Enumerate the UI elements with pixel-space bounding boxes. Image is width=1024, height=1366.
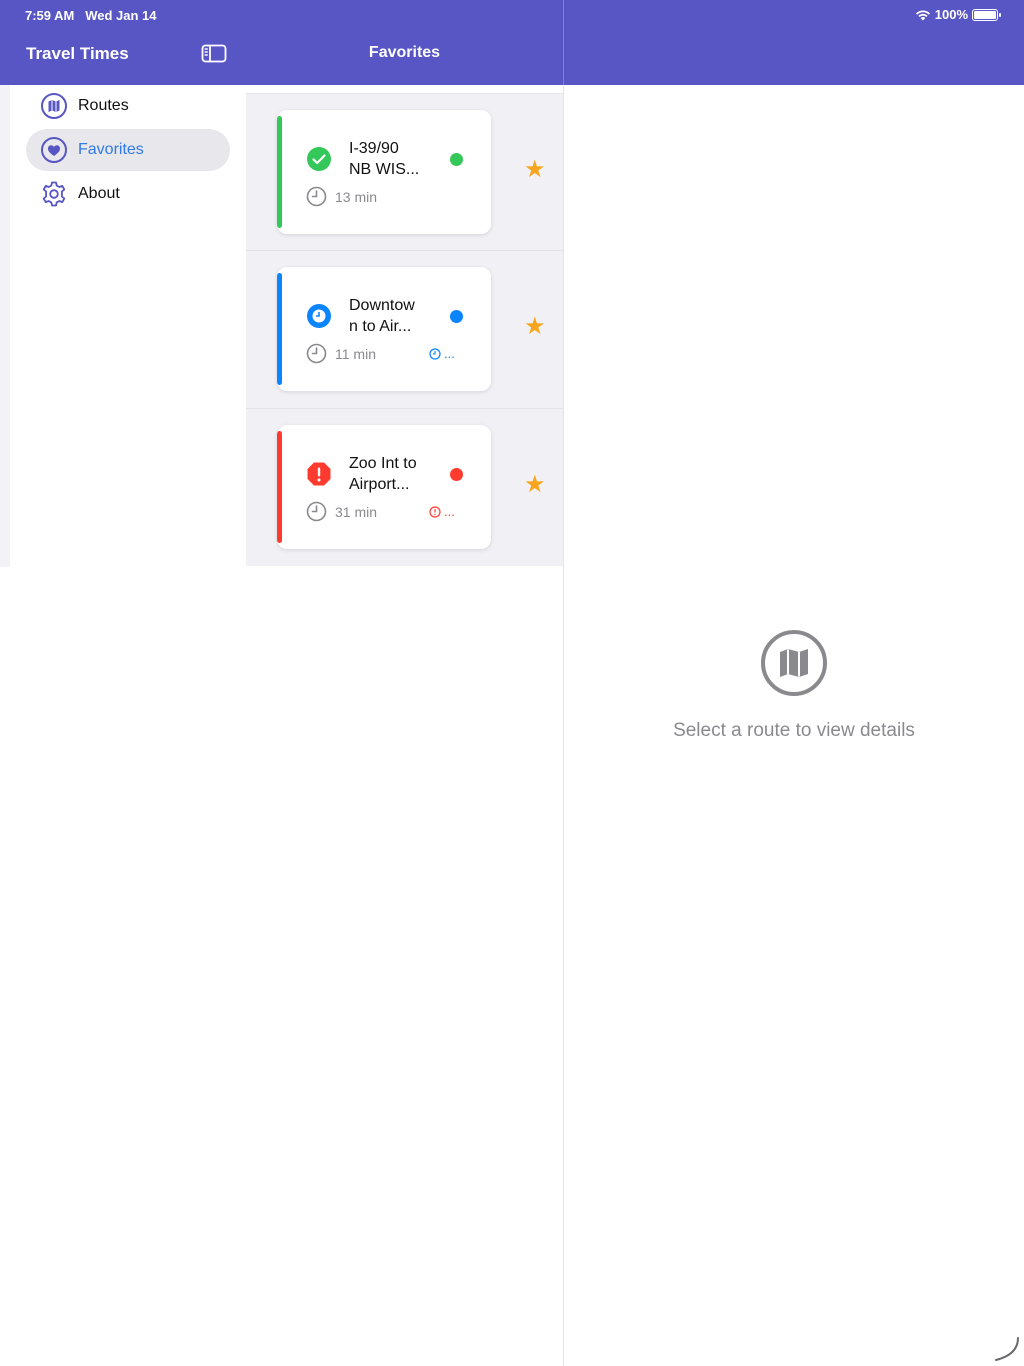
route-card[interactable]: Downtow n to Air... 11 min ... xyxy=(277,267,491,391)
map-icon xyxy=(761,630,827,696)
gear-icon xyxy=(42,181,66,207)
sidebar-item-label: Routes xyxy=(78,97,129,114)
sidebar: Routes Favorites About xyxy=(10,85,246,567)
clock-icon xyxy=(306,343,327,364)
star-icon[interactable]: ★ xyxy=(524,158,546,182)
small-alert-icon xyxy=(429,505,441,518)
status-stripe xyxy=(277,431,282,543)
route-name: I-39/90 NB WIS... xyxy=(349,140,420,178)
battery-percent: 100% xyxy=(934,7,968,22)
sidebar-edge xyxy=(0,85,10,567)
map-icon xyxy=(41,93,67,119)
sidebar-item-about[interactable]: About xyxy=(26,173,230,215)
empty-state-text: Select a route to view details xyxy=(673,720,915,741)
sidebar-item-label: About xyxy=(78,185,120,202)
home-indicator-corner xyxy=(995,1337,1019,1361)
small-clock-icon xyxy=(429,347,441,360)
travel-time: 31 min xyxy=(335,504,378,520)
star-icon[interactable]: ★ xyxy=(524,473,546,497)
clock-icon xyxy=(306,501,327,522)
status-dot xyxy=(450,310,463,323)
travel-time: 13 min xyxy=(335,189,378,205)
route-name: Zoo Int to Airport... xyxy=(349,455,417,493)
sidebar-title: Travel Times xyxy=(26,44,129,63)
status-dot xyxy=(450,153,463,166)
navigation-bar: 7:59 AM Wed Jan 14 100% Travel Times Fav… xyxy=(0,0,1024,85)
route-card[interactable]: Zoo Int to Airport... 31 min ... xyxy=(277,425,491,549)
alert-indicator: ... xyxy=(429,504,455,519)
status-stripe xyxy=(277,116,282,228)
sidebar-item-favorites[interactable]: Favorites xyxy=(26,129,230,171)
heart-icon xyxy=(41,137,67,163)
status-time: 7:59 AM Wed Jan 14 xyxy=(25,8,157,23)
list-item[interactable]: Zoo Int to Airport... 31 min ... ★ xyxy=(246,408,563,566)
star-icon[interactable]: ★ xyxy=(524,315,546,339)
alert-octagon-icon xyxy=(307,462,331,486)
column-divider xyxy=(563,0,564,85)
page-title: Favorites xyxy=(368,44,441,61)
route-name: Downtow n to Air... xyxy=(349,297,415,335)
status-stripe xyxy=(277,273,282,385)
status-indicators: 100% xyxy=(915,7,1001,22)
favorites-list: I-39/90 NB WIS... 13 min ★ Downtow n to … xyxy=(246,85,563,567)
list-item[interactable]: I-39/90 NB WIS... 13 min ★ xyxy=(246,93,563,251)
battery-icon xyxy=(972,8,1001,21)
travel-time: 11 min xyxy=(335,346,376,362)
status-dot xyxy=(450,468,463,481)
route-card[interactable]: I-39/90 NB WIS... 13 min xyxy=(277,110,491,234)
list-item[interactable]: Downtow n to Air... 11 min ... ★ xyxy=(246,250,563,408)
sidebar-item-routes[interactable]: Routes xyxy=(26,85,230,127)
delay-indicator: ... xyxy=(429,346,455,361)
clock-icon xyxy=(306,186,327,207)
clock-badge-icon xyxy=(307,304,331,328)
checkmark-icon xyxy=(307,147,331,171)
wifi-icon xyxy=(915,10,930,20)
sidebar-item-label: Favorites xyxy=(78,141,144,158)
sidebar-toggle-icon[interactable] xyxy=(201,44,227,63)
